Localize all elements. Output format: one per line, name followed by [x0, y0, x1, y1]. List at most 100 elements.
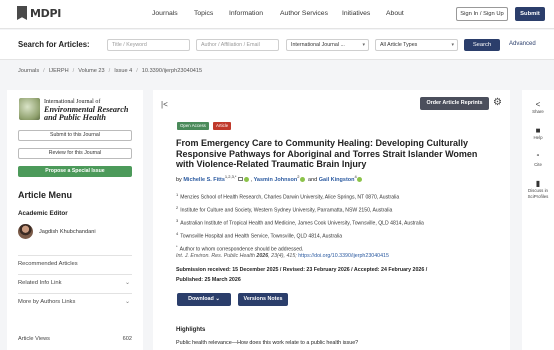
affiliation-item: 2Institute for Culture and Society, West… [176, 203, 496, 216]
open-access-badge: Open Access [177, 122, 209, 130]
dates-line1: Submission received: 15 December 2025 / … [176, 267, 428, 273]
cite-label: Cite [534, 162, 542, 167]
breadcrumb: Journals / IJERPH / Volume 23/ Issue 4/ 10… [18, 68, 202, 74]
nav-journals[interactable]: Journals [152, 10, 178, 17]
journal-select[interactable]: International Journal ... ▾ [286, 39, 369, 51]
nav-topics[interactable]: Topics [194, 10, 213, 17]
more-by-authors-label: More by Authors Links [18, 299, 76, 305]
breadcrumb-issue[interactable]: Issue 4 [114, 68, 132, 74]
nav-initiatives[interactable]: Initiatives [342, 10, 370, 17]
recommended-articles-link[interactable]: Recommended Articles [18, 255, 132, 272]
chevron-down-icon: ⌄ [124, 299, 130, 305]
propose-special-issue-button[interactable]: Propose a Special Issue [18, 166, 132, 177]
article-menu-title: Article Menu [18, 190, 73, 200]
nav-author-services[interactable]: Author Services [280, 10, 328, 17]
help-tool[interactable]: ■ Help [522, 126, 554, 141]
chat-icon: ▮ [535, 179, 541, 188]
breadcrumb-separator: / [136, 68, 138, 74]
affiliation-item: 4Townsville Hospital and Health Service,… [176, 229, 496, 242]
citation-volume: , 23(4), 415; [268, 253, 297, 259]
share-tool[interactable]: < Share [522, 100, 554, 115]
article-title: From Emergency Care to Community Healing… [176, 138, 478, 169]
share-label: Share [532, 109, 544, 114]
affiliation-number: 1 [176, 192, 179, 197]
nav-information[interactable]: Information [229, 10, 263, 17]
chevron-down-icon: ▾ [362, 42, 365, 48]
discuss-label-2: SciProfiles [527, 193, 549, 199]
article-content: |< Order Article Reprints ⚙ Open Access … [153, 90, 510, 350]
journal-sidebar: International Journal of Environmental R… [7, 90, 143, 330]
breadcrumb-journal[interactable]: IJERPH [49, 68, 69, 74]
help-icon: ■ [535, 126, 541, 135]
highlights-text: Public health relevance—How does this wo… [176, 340, 359, 346]
citation-line: Int. J. Environ. Res. Public Health 2026… [176, 253, 389, 259]
journal-cover-icon [19, 98, 40, 120]
search-button[interactable]: Search [464, 39, 500, 51]
author-affiliation-input[interactable]: Author / Affiliation / Email [196, 39, 279, 51]
article-views-panel: Article Views 602 [7, 330, 143, 350]
article-dates: Submission received: 15 December 2025 / … [176, 266, 496, 285]
author-fitts[interactable]: Michelle S. Fitts [183, 177, 225, 183]
journal-name-line3: and Public Health [44, 113, 106, 122]
breadcrumb-separator: / [72, 68, 75, 74]
download-label: Download [188, 296, 214, 302]
discuss-label-1: Discuss in [527, 188, 548, 193]
download-button[interactable]: Download ⌄ [177, 293, 231, 306]
help-label: Help [533, 135, 543, 140]
academic-editor[interactable]: Jagdish Khubchandani [18, 224, 96, 239]
orcid-icon[interactable] [243, 176, 249, 182]
logo-icon [17, 6, 27, 20]
nav-about[interactable]: About [386, 10, 404, 17]
search-label: Search for Articles: [18, 40, 90, 49]
dates-line2: Published: 25 March 2026 [176, 276, 241, 283]
cite-tool[interactable]: “ Cite [522, 153, 554, 168]
author-sup: 1,2,3,* [224, 174, 237, 179]
affiliation-number: 2 [176, 204, 179, 210]
breadcrumb-volume[interactable]: Volume 23 [78, 68, 104, 74]
breadcrumb-separator: / [43, 68, 45, 74]
orcid-icon[interactable] [299, 176, 305, 182]
article-search-bar: Search for Articles: Title / Keyword Aut… [0, 30, 554, 60]
editor-name[interactable]: Jagdish Khubchandani [39, 229, 96, 235]
article-tools-bar: < Share ■ Help “ Cite ▮ Discuss in SciPr… [522, 90, 554, 350]
affiliation-number: * [176, 243, 178, 249]
more-by-authors-link[interactable]: More by Authors Links ⌄ [18, 293, 132, 310]
related-info-link[interactable]: Related Info Link ⌄ [18, 274, 132, 291]
author-johnson[interactable]: Yasmin Johnson [254, 177, 298, 183]
versions-notes-button[interactable]: Versions Notes [238, 293, 288, 306]
author-list: by Michelle S. Fitts1,2,3,*, Yasmin John… [176, 174, 364, 183]
order-reprints-button[interactable]: Order Article Reprints [420, 97, 489, 110]
journal-logo[interactable]: International Journal of Environmental R… [19, 98, 128, 122]
article-type-select[interactable]: All Article Types ▾ [375, 39, 458, 51]
gear-icon[interactable]: ⚙ [493, 98, 502, 108]
affiliation-number: 3 [176, 217, 179, 223]
chevron-down-icon: ▾ [451, 42, 454, 48]
email-icon[interactable] [237, 177, 243, 182]
collapse-sidebar-icon[interactable]: |< [161, 100, 168, 109]
submit-button[interactable]: Submit [515, 7, 545, 21]
recommended-articles-label: Recommended Articles [18, 261, 78, 267]
affiliation-item: 1Menzies School of Health Research, Char… [176, 190, 496, 203]
mdpi-logo[interactable]: MDPI [17, 6, 61, 20]
doi-link[interactable]: https://doi.org/10.3390/ijerph23040415 [298, 253, 389, 259]
affiliation-text: Townsville Hospital and Health Service, … [180, 233, 343, 240]
advanced-search-link[interactable]: Advanced [509, 41, 536, 47]
top-navigation-bar: MDPI Journals Topics Information Author … [0, 0, 554, 29]
title-keyword-input[interactable]: Title / Keyword [107, 39, 190, 51]
submit-to-journal-button[interactable]: Submit to this Journal [18, 130, 132, 141]
logo-text: MDPI [30, 6, 62, 20]
affiliation-text: Menzies School of Health Research, Charl… [180, 194, 400, 201]
breadcrumb-journals[interactable]: Journals [18, 68, 39, 74]
breadcrumb-separator: / [108, 68, 111, 74]
affiliation-text: Author to whom correspondence should be … [179, 246, 304, 253]
related-info-label: Related Info Link [18, 280, 62, 286]
journal-select-value: International Journal ... [291, 42, 345, 48]
sign-in-button[interactable]: Sign In / Sign Up [456, 7, 508, 21]
discuss-tool[interactable]: ▮ Discuss in SciProfiles [522, 179, 554, 199]
author-kingston[interactable]: Gail Kingston [319, 177, 355, 183]
orcid-icon[interactable] [356, 176, 362, 182]
and-label: and [308, 176, 318, 183]
review-for-journal-button[interactable]: Review for this Journal [18, 148, 132, 159]
academic-editor-title: Academic Editor [18, 210, 68, 217]
by-label: by [176, 176, 182, 183]
